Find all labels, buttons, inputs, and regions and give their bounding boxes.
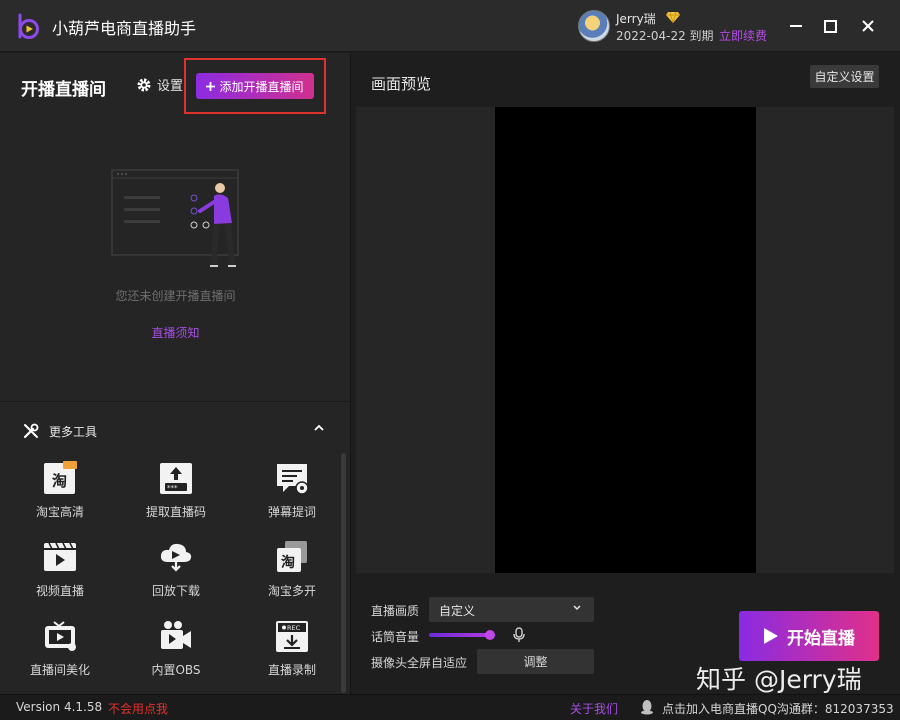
about-link[interactable]: 关于我们 bbox=[570, 700, 618, 717]
quality-label: 直播画质 bbox=[371, 604, 420, 618]
vip-diamond-icon bbox=[666, 11, 680, 23]
svg-text:淘: 淘 bbox=[281, 554, 295, 571]
minimize-icon[interactable] bbox=[784, 14, 808, 38]
qq-icon[interactable] bbox=[640, 699, 654, 715]
svg-text:淘: 淘 bbox=[51, 472, 67, 490]
empty-state-text: 您还未创建开播直播间 bbox=[115, 289, 236, 303]
preview-canvas bbox=[495, 107, 756, 573]
panel-title: 开播直播间 bbox=[21, 80, 106, 100]
tool-room-beautify[interactable]: 直播间美化 bbox=[10, 619, 110, 689]
qq-group-link[interactable]: 点击加入电商直播QQ沟通群：812037353 bbox=[662, 700, 894, 717]
tool-video-live[interactable]: 视频直播 bbox=[10, 540, 110, 610]
section-divider bbox=[0, 401, 351, 402]
expire-date: 2022-04-22 到期 bbox=[616, 29, 714, 43]
chevron-down-icon bbox=[573, 605, 581, 611]
gear-icon bbox=[137, 78, 151, 91]
plus-icon bbox=[206, 81, 216, 91]
add-room-button[interactable]: 添加开播直播间 bbox=[196, 73, 314, 99]
tool-taobao-hd[interactable]: 淘 淘宝高清 bbox=[10, 461, 110, 531]
tool-extract-code[interactable]: *** 提取直播码 bbox=[126, 461, 226, 531]
maximize-icon[interactable] bbox=[818, 14, 842, 38]
volume-slider[interactable] bbox=[429, 629, 499, 641]
quality-value: 自定义 bbox=[439, 604, 476, 618]
version-text: Version 4.1.58 bbox=[16, 700, 103, 714]
tool-label: 提取直播码 bbox=[145, 505, 206, 519]
tools-title: 更多工具 bbox=[49, 424, 98, 439]
tool-label: 视频直播 bbox=[35, 584, 84, 598]
camera-fit-label: 摄像头全屏自适应 bbox=[371, 656, 468, 670]
empty-state-illustration bbox=[111, 169, 239, 267]
start-live-label: 开始直播 bbox=[787, 628, 855, 649]
tool-taobao-multi[interactable]: 淘 淘宝多开 bbox=[242, 540, 342, 610]
preview-title: 画面预览 bbox=[371, 75, 432, 93]
close-icon[interactable] bbox=[856, 14, 880, 38]
renew-link[interactable]: 立即续费 bbox=[719, 27, 767, 44]
tool-label: 内置OBS bbox=[151, 663, 201, 677]
tools-header: 更多工具 bbox=[22, 422, 97, 440]
custom-settings-button[interactable]: 自定义设置 bbox=[810, 65, 879, 88]
tool-label: 直播录制 bbox=[267, 663, 316, 677]
watermark: 知乎 @Jerry瑞 bbox=[696, 665, 862, 694]
start-live-button[interactable]: 开始直播 bbox=[739, 611, 879, 661]
tool-live-record[interactable]: REC 直播录制 bbox=[242, 619, 342, 689]
microphone-icon[interactable] bbox=[512, 627, 526, 643]
quality-select[interactable]: 自定义 bbox=[429, 597, 594, 622]
left-panel: 开播直播间 设置 添加开播直播间 您还未创建开播直播间 直播须知 更多工具 淘 … bbox=[0, 53, 351, 694]
tool-label: 弹幕提词 bbox=[267, 505, 316, 519]
tool-label: 直播间美化 bbox=[29, 663, 90, 677]
title-bar: 小葫芦电商直播助手 Jerry瑞 2022-04-22 到期 立即续费 bbox=[0, 0, 900, 52]
settings-label: 设置 bbox=[157, 79, 184, 94]
taobao-hd-icon: 淘 bbox=[44, 461, 77, 494]
builtin-obs-icon bbox=[161, 621, 191, 649]
help-link[interactable]: 不会用点我 bbox=[108, 700, 168, 717]
volume-label: 话筒音量 bbox=[371, 630, 420, 644]
tool-builtin-obs[interactable]: 内置OBS bbox=[126, 619, 226, 689]
svg-text:REC: REC bbox=[287, 624, 301, 632]
extract-code-icon: *** bbox=[160, 463, 192, 494]
taobao-multi-icon: 淘 bbox=[277, 541, 307, 572]
user-avatar[interactable] bbox=[578, 10, 610, 42]
live-record-icon: REC bbox=[276, 621, 308, 652]
replay-download-icon bbox=[160, 543, 192, 572]
tool-label: 回放下载 bbox=[151, 584, 200, 598]
video-live-icon bbox=[44, 542, 76, 571]
live-notice-link[interactable]: 直播须知 bbox=[0, 324, 351, 341]
svg-text:***: *** bbox=[167, 484, 178, 492]
tool-replay-download[interactable]: 回放下载 bbox=[126, 540, 226, 610]
volume-thumb[interactable] bbox=[485, 630, 495, 640]
add-room-label: 添加开播直播间 bbox=[219, 79, 304, 94]
app-title: 小葫芦电商直播助手 bbox=[52, 19, 197, 38]
username: Jerry瑞 bbox=[616, 12, 656, 26]
room-beautify-icon bbox=[45, 621, 76, 651]
app-logo-icon bbox=[18, 13, 39, 39]
tool-danmaku-prompt[interactable]: 弹幕提词 bbox=[242, 461, 342, 531]
danmaku-prompt-icon bbox=[277, 464, 309, 495]
tool-label: 淘宝多开 bbox=[267, 584, 316, 598]
settings-button[interactable]: 设置 bbox=[136, 75, 183, 94]
preview-area bbox=[356, 107, 894, 573]
status-bar: Version 4.1.58 不会用点我 关于我们 点击加入电商直播QQ沟通群：… bbox=[0, 694, 900, 720]
chevron-up-icon[interactable] bbox=[313, 423, 325, 433]
tool-label: 淘宝高清 bbox=[35, 505, 84, 519]
play-icon bbox=[764, 628, 778, 644]
adjust-button[interactable]: 调整 bbox=[477, 649, 594, 674]
tools-icon bbox=[23, 423, 39, 439]
volume-track bbox=[429, 633, 490, 637]
